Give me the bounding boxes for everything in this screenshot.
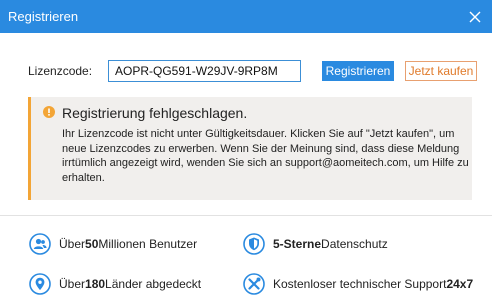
feature-privacy-bold: 5-Sterne	[273, 237, 322, 251]
title-bar: Registrieren	[0, 0, 492, 33]
license-code-input[interactable]	[108, 60, 301, 82]
tools-icon	[243, 273, 265, 295]
warning-icon	[43, 106, 55, 121]
close-button[interactable]	[458, 0, 492, 33]
users-icon	[29, 233, 51, 255]
buy-now-button[interactable]: Jetzt kaufen	[405, 61, 477, 81]
feature-countries: Über 180 Länder abgedeckt	[29, 272, 201, 296]
feature-users: Über 50 Millionen Benutzer	[29, 232, 197, 256]
divider	[0, 215, 492, 216]
feature-countries-bold: 180	[85, 277, 106, 291]
feature-users-bold: 50	[85, 237, 99, 251]
feature-countries-suffix: Länder abgedeckt	[105, 277, 202, 291]
feature-users-suffix: Millionen Benutzer	[98, 237, 198, 251]
window-title: Registrieren	[8, 9, 79, 24]
feature-support-prefix: Kostenloser technischer Support	[273, 277, 447, 291]
error-message: Ihr Lizenzcode ist nicht unter Gültigkei…	[62, 128, 469, 184]
location-pin-icon	[29, 273, 51, 295]
feature-users-prefix: Über	[59, 237, 86, 251]
close-icon	[469, 11, 481, 22]
feature-privacy-suffix: Datenschutz	[321, 237, 388, 251]
license-code-label: Lizenzcode:	[28, 64, 93, 78]
feature-countries-prefix: Über	[59, 277, 86, 291]
license-row: Lizenzcode: Registrieren Jetzt kaufen	[0, 60, 492, 82]
feature-privacy: 5-Sterne Datenschutz	[243, 232, 388, 256]
feature-support-bold: 24x7	[446, 277, 474, 291]
error-message-box: Registrierung fehlgeschlagen. Ihr Lizenz…	[28, 97, 472, 200]
error-heading: Registrierung fehlgeschlagen.	[62, 105, 248, 121]
feature-support: Kostenloser technischer Support 24x7	[243, 272, 473, 296]
register-button[interactable]: Registrieren	[322, 61, 394, 81]
shield-icon	[243, 233, 265, 255]
